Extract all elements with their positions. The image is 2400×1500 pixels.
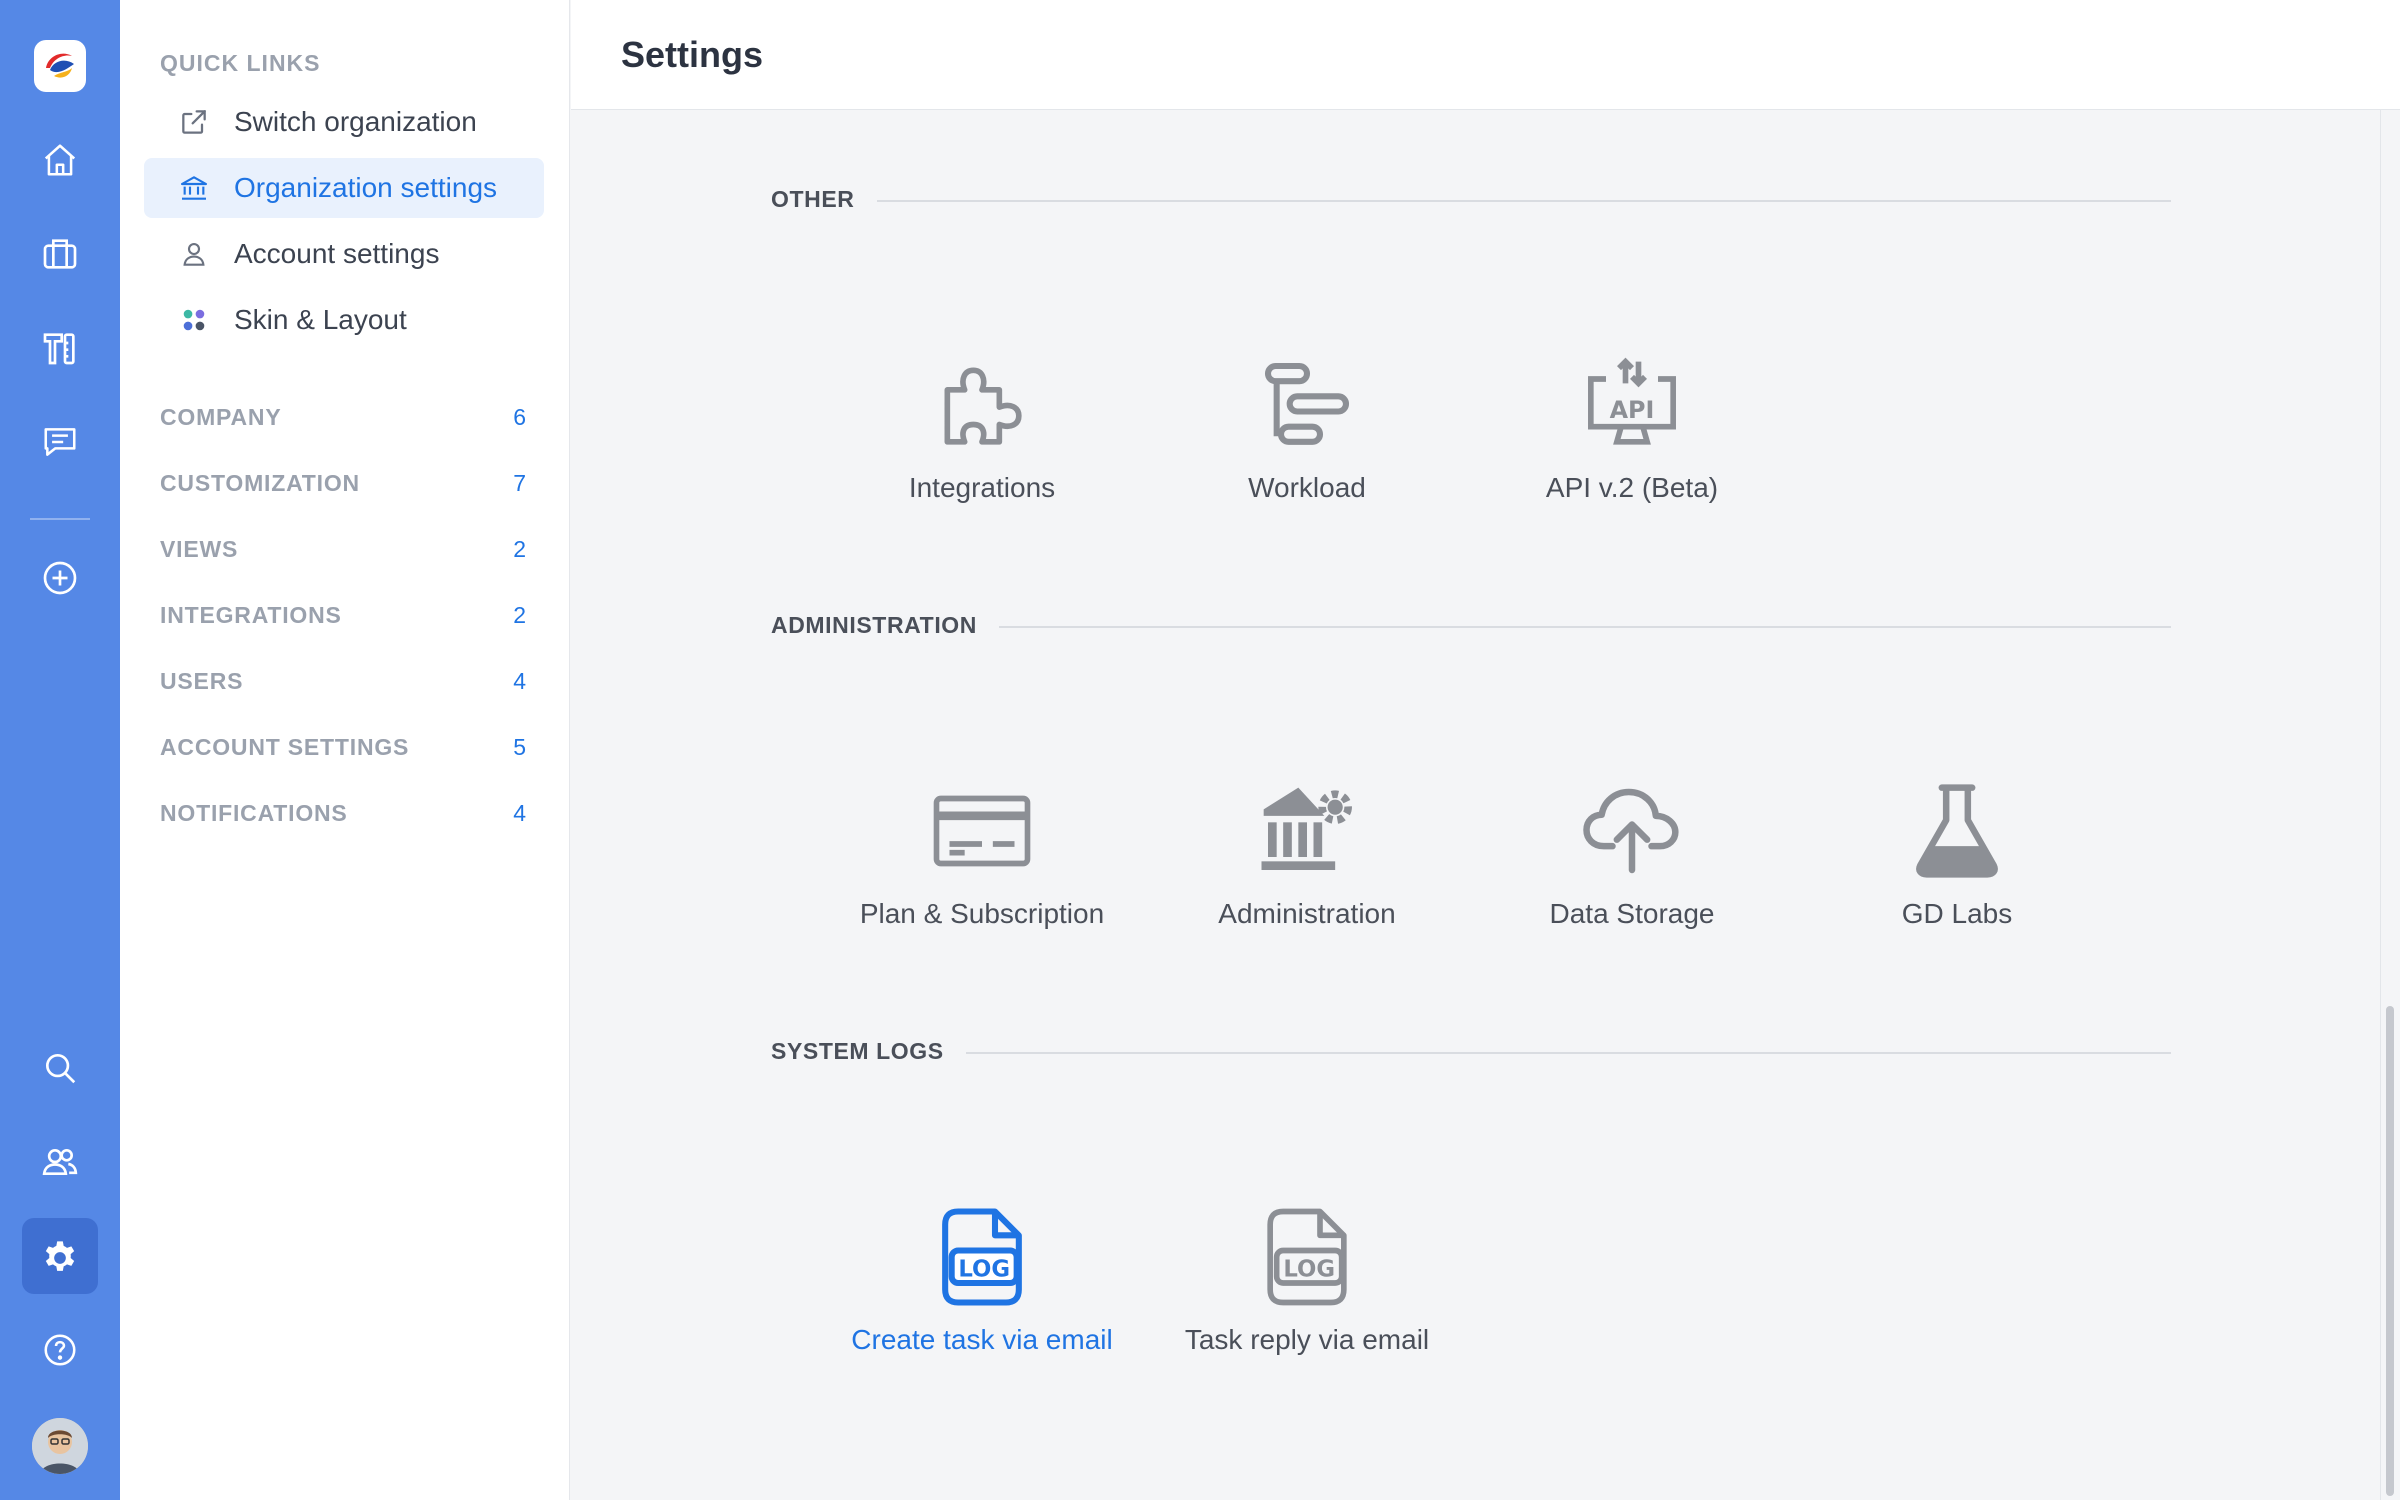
category-count: 6 (513, 404, 526, 430)
tile-integrations[interactable]: Integrations (832, 350, 1132, 530)
quick-link-organization-settings[interactable]: Organization settings (144, 158, 544, 218)
section-divider (999, 625, 2171, 628)
section-header-system-logs: SYSTEM LOGS (771, 1038, 2171, 1065)
chat-icon (44, 428, 76, 456)
cloud-upload-icon (1577, 776, 1687, 886)
app-rail (0, 0, 120, 1500)
category-notifications[interactable]: NOTIFICATIONS 4 (160, 800, 532, 827)
settings-sidebar: QUICK LINKS Switch organization Organiza… (120, 0, 570, 1500)
brand-logo-icon (44, 50, 76, 82)
quick-link-label: Account settings (234, 238, 440, 269)
tile-label: Task reply via email (1184, 1324, 1430, 1355)
briefcase-icon (43, 239, 77, 269)
quick-links-title: QUICK LINKS (160, 50, 321, 76)
rail-projects[interactable] (22, 216, 98, 292)
section-header-other: OTHER (771, 186, 2171, 213)
tile-label: GD Labs (1901, 898, 2013, 929)
category-users[interactable]: USERS 4 (160, 668, 532, 695)
category-integrations[interactable]: INTEGRATIONS 2 (160, 602, 532, 629)
tile-label: Integrations (908, 472, 1056, 503)
svg-text:LOG: LOG (1283, 1257, 1335, 1283)
user-avatar-icon (32, 1418, 88, 1474)
category-views[interactable]: VIEWS 2 (160, 536, 532, 563)
tile-label: API v.2 (Beta) (1545, 472, 1719, 503)
tile-label: Data Storage (1549, 898, 1715, 929)
rail-settings[interactable] (22, 1218, 98, 1294)
credit-card-icon (927, 776, 1037, 886)
tile-create-task-via-email[interactable]: LOG Create task via email (832, 1202, 1132, 1382)
tile-plan-subscription[interactable]: Plan & Subscription (832, 776, 1132, 956)
svg-text:LOG: LOG (958, 1257, 1010, 1283)
tile-task-reply-via-email[interactable]: LOG Task reply via email (1157, 1202, 1457, 1382)
rail-help[interactable] (22, 1312, 98, 1388)
quick-link-skin-layout[interactable]: Skin & Layout (144, 290, 544, 350)
rail-home[interactable] (22, 122, 98, 198)
quick-link-label: Switch organization (234, 106, 477, 137)
add-circle-icon (43, 561, 77, 595)
tile-workload[interactable]: Workload (1157, 350, 1457, 530)
category-count: 5 (513, 734, 526, 760)
tile-data-storage[interactable]: Data Storage (1482, 776, 1782, 956)
palette-dots-icon (176, 302, 212, 338)
puzzle-icon (927, 350, 1037, 460)
tools-icon (43, 333, 75, 365)
category-customization[interactable]: CUSTOMIZATION 7 (160, 470, 532, 497)
quick-link-switch-organization[interactable]: Switch organization (144, 92, 544, 152)
quick-link-label: Organization settings (234, 172, 498, 203)
app-logo[interactable] (34, 40, 86, 92)
rail-messages[interactable] (22, 404, 98, 480)
page-title: Settings (621, 34, 764, 75)
section-divider (876, 199, 2171, 202)
user-icon (176, 236, 212, 272)
tile-administration[interactable]: Administration (1157, 776, 1457, 956)
page-header: Settings (571, 0, 2400, 110)
api-monitor-icon: API (1577, 350, 1687, 460)
gear-icon (45, 1241, 75, 1271)
help-icon (44, 1334, 76, 1366)
log-file-icon: LOG (1252, 1202, 1362, 1312)
search-icon (45, 1053, 76, 1084)
category-count: 2 (513, 602, 526, 628)
svg-text:API: API (1610, 396, 1655, 424)
tile-label: Administration (1218, 898, 1396, 929)
quick-link-account-settings[interactable]: Account settings (144, 224, 544, 284)
tile-label: Workload (1248, 472, 1366, 503)
rail-users[interactable] (22, 1124, 98, 1200)
rail-search[interactable] (22, 1030, 98, 1106)
external-link-icon (176, 104, 212, 140)
rail-divider (30, 518, 90, 520)
home-icon (44, 144, 76, 176)
workload-bars-icon (1252, 350, 1362, 460)
rail-add[interactable] (22, 540, 98, 616)
tile-label: Plan & Subscription (859, 898, 1105, 929)
category-count: 2 (513, 536, 526, 562)
tile-api-v2[interactable]: API API v.2 (Beta) (1482, 350, 1782, 530)
section-header-administration: ADMINISTRATION (771, 612, 2171, 639)
flask-icon (1902, 776, 2012, 886)
category-count: 7 (513, 470, 526, 496)
users-icon (42, 1149, 78, 1175)
quick-link-label: Skin & Layout (234, 304, 407, 335)
category-count: 4 (513, 668, 526, 694)
avatar[interactable] (32, 1418, 88, 1474)
category-account-settings[interactable]: ACCOUNT SETTINGS 5 (160, 734, 532, 761)
tile-gd-labs[interactable]: GD Labs (1807, 776, 2107, 956)
building-gear-icon (1252, 776, 1362, 886)
bank-icon (176, 170, 212, 206)
log-file-icon: LOG (927, 1202, 1037, 1312)
scrollbar-thumb[interactable] (2386, 1006, 2394, 1496)
settings-main: OTHER Integrations Workload API API v.2 … (571, 110, 2400, 1500)
rail-tools[interactable] (22, 310, 98, 386)
section-divider (965, 1051, 2171, 1054)
tile-label: Create task via email (851, 1324, 1113, 1355)
category-count: 4 (513, 800, 526, 826)
category-company[interactable]: COMPANY 6 (160, 404, 532, 431)
